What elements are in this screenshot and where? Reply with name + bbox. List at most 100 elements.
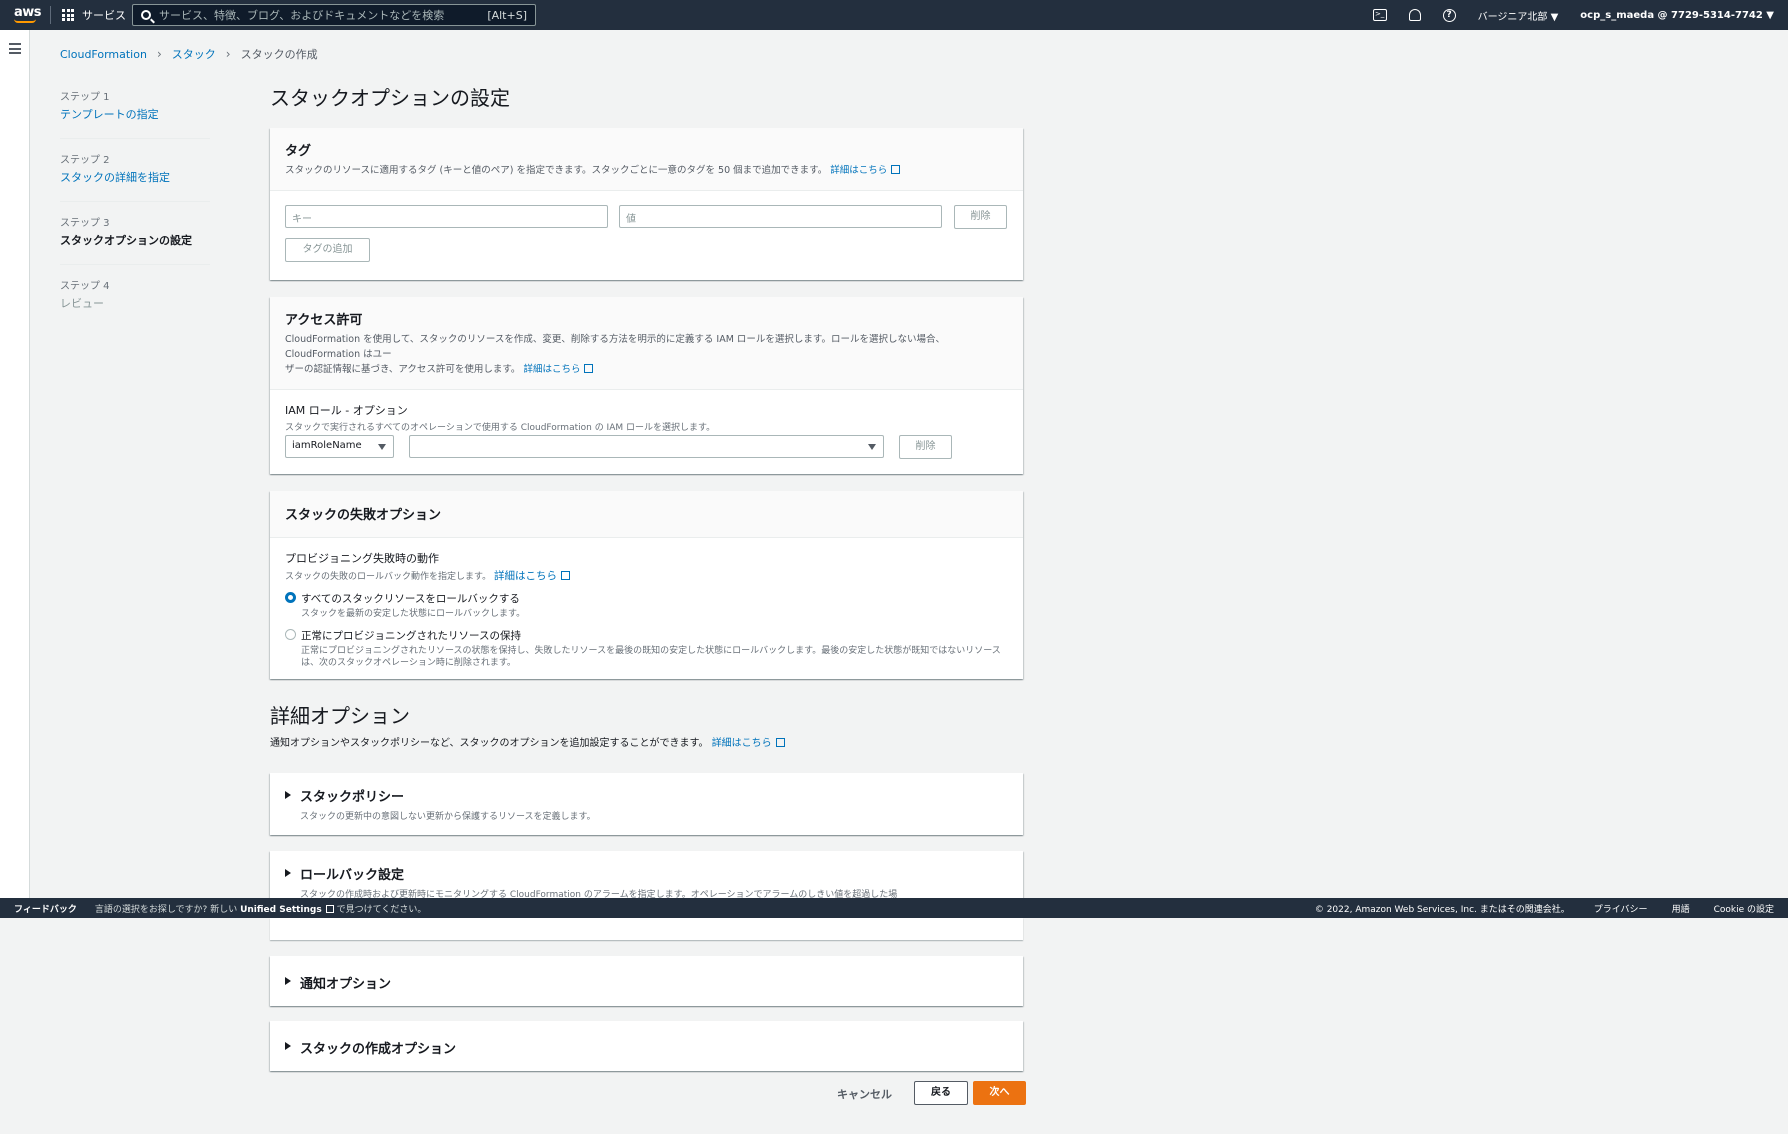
permissions-header: アクセス許可 CloudFormation を使用して、スタックのリソースを作成…	[270, 297, 1023, 390]
advanced-options-description: 通知オプションやスタックポリシーなど、スタックのオプションを追加設定することがで…	[270, 734, 785, 749]
grid-icon	[62, 9, 74, 21]
step-label-link[interactable]: スタックの詳細を指定	[60, 169, 210, 185]
step-1: ステップ 1 テンプレートの指定	[60, 88, 210, 139]
step-label-link[interactable]: テンプレートの指定	[60, 106, 210, 122]
expander-title: スタックの作成オプション	[300, 1042, 457, 1057]
radio-unselected[interactable]	[285, 629, 296, 640]
iam-role-type-select[interactable]: iamRoleName	[285, 435, 394, 458]
failure-options-title: スタックの失敗オプション	[285, 508, 442, 523]
step-4: ステップ 4 レビュー	[60, 277, 210, 327]
cancel-button[interactable]: キャンセル	[837, 1086, 892, 1102]
services-menu-button[interactable]: サービス	[62, 7, 126, 23]
region-selector[interactable]: バージニア北部 ▼	[1478, 8, 1559, 23]
breadcrumb: CloudFormation › スタック › スタックの作成	[60, 46, 318, 62]
cloudshell-icon[interactable]: >_	[1372, 9, 1387, 21]
external-link-icon	[560, 571, 570, 580]
breadcrumb-current: スタックの作成	[240, 48, 318, 61]
iam-role-remove-button[interactable]: 削除	[899, 435, 952, 459]
search-input[interactable]: サービス、特徴、ブログ、およびドキュメントなどを検索 [Alt+S]	[132, 4, 536, 26]
nav-divider	[50, 6, 51, 24]
step-3: ステップ 3 スタックオプションの設定	[60, 214, 210, 265]
tags-title: タグ	[285, 144, 312, 159]
help-icon[interactable]: ?	[1442, 8, 1456, 22]
copyright-text: © 2022, Amazon Web Services, Inc. またはその関…	[1314, 905, 1570, 915]
expander-title: ロールバック設定	[300, 868, 405, 883]
permissions-learn-more-link[interactable]: 詳細はこちら	[523, 364, 594, 375]
caret-right-icon	[285, 869, 291, 877]
stack-creation-options-expander[interactable]: スタックの作成オプション	[270, 1021, 1023, 1071]
tags-learn-more-link[interactable]: 詳細はこちら	[830, 165, 901, 176]
aws-logo[interactable]: aws	[14, 5, 42, 20]
search-placeholder: サービス、特徴、ブログ、およびドキュメントなどを検索	[159, 9, 445, 22]
privacy-link[interactable]: プライバシー	[1594, 902, 1648, 915]
tags-header: タグ スタックのリソースに適用するタグ (キーと値のペア) を指定できます。スタ…	[270, 128, 1023, 191]
search-icon	[141, 10, 151, 20]
caret-right-icon	[285, 977, 291, 985]
cookie-settings-link[interactable]: Cookie の設定	[1714, 902, 1774, 915]
notification-options-expander[interactable]: 通知オプション	[270, 956, 1023, 1006]
console-footer: フィードバック 言語の選択をお探しですか? 新しい Unified Settin…	[0, 898, 1788, 918]
step-label-current: スタックオプションの設定	[60, 234, 192, 247]
radio-label: すべてのスタックリソースをロールバックする	[301, 593, 520, 605]
expander-title: スタックポリシー	[300, 790, 405, 805]
tags-description: スタックのリソースに適用するタグ (キーと値のペア) を指定できます。スタックご…	[285, 163, 1008, 178]
chevron-right-icon: ›	[225, 47, 231, 61]
radio-description: 正常にプロビジョニングされたリソースの状態を保持し、失敗したリソースを最後の既知…	[301, 646, 1001, 668]
breadcrumb-cloudformation[interactable]: CloudFormation	[60, 48, 147, 61]
rollback-config-expander-bottom	[270, 918, 1023, 940]
permissions-title: アクセス許可	[285, 313, 363, 328]
aws-logo-smile	[14, 19, 36, 23]
preserve-resources-option[interactable]: 正常にプロビジョニングされたリソースの保持 正常にプロビジョニングされたリソース…	[285, 628, 1008, 669]
caret-down-icon	[378, 444, 386, 450]
permissions-panel: アクセス許可 CloudFormation を使用して、スタックのリソースを作成…	[270, 297, 1023, 474]
page-title: スタックオプションの設定	[270, 86, 510, 110]
step-label-disabled: レビュー	[60, 297, 104, 310]
external-link-icon	[775, 738, 785, 747]
account-menu[interactable]: ocp_s_maeda @ 7729-5314-7742 ▼	[1580, 10, 1774, 21]
caret-right-icon	[285, 791, 291, 799]
rollback-all-option[interactable]: すべてのスタックリソースをロールバックする スタックを最新の安定した状態にロール…	[285, 591, 1008, 620]
external-link-icon	[584, 364, 594, 373]
step-2: ステップ 2 スタックの詳細を指定	[60, 151, 210, 202]
tags-panel: タグ スタックのリソースに適用するタグ (キーと値のペア) を指定できます。スタ…	[270, 128, 1023, 280]
tag-remove-button[interactable]: 削除	[954, 205, 1007, 229]
next-button[interactable]: 次へ	[973, 1081, 1026, 1105]
add-tag-button[interactable]: タグの追加	[285, 238, 370, 262]
stack-policy-expander[interactable]: スタックポリシー スタックの更新中の意図しない更新から保護するリソースを定義しま…	[270, 773, 1023, 835]
external-link-icon	[891, 165, 901, 174]
wizard-actions: キャンセル 戻る 次へ	[820, 1081, 1026, 1107]
wizard-steps: ステップ 1 テンプレートの指定 ステップ 2 スタックの詳細を指定 ステップ …	[60, 88, 210, 339]
tag-key-input[interactable]: キー	[285, 205, 608, 228]
step-number: ステップ 4	[60, 281, 110, 292]
side-rail	[0, 30, 30, 898]
chevron-right-icon: ›	[156, 47, 162, 61]
menu-icon[interactable]	[9, 43, 21, 57]
footer-message: 言語の選択をお探しですか? 新しい Unified Settings で見つけて…	[94, 904, 427, 915]
step-number: ステップ 1	[60, 92, 110, 103]
back-button[interactable]: 戻る	[914, 1081, 968, 1105]
failure-behavior-label: プロビジョニング失敗時の動作	[285, 552, 439, 565]
radio-selected[interactable]	[285, 592, 296, 603]
terms-link[interactable]: 用語	[1672, 902, 1690, 915]
radio-description: スタックを最新の安定した状態にロールバックします。	[301, 609, 526, 619]
advanced-learn-more-link[interactable]: 詳細はこちら	[712, 738, 785, 749]
iam-role-label: IAM ロール - オプション	[285, 404, 408, 417]
failure-learn-more-link[interactable]: 詳細はこちら	[494, 570, 570, 582]
bell-icon[interactable]	[1408, 9, 1421, 21]
failure-options-header: スタックの失敗オプション	[270, 491, 1023, 538]
unified-settings-link[interactable]: Unified Settings	[240, 905, 322, 915]
breadcrumb-stacks[interactable]: スタック	[172, 46, 216, 62]
iam-role-name-select[interactable]	[409, 435, 884, 458]
caret-down-icon	[868, 444, 876, 450]
failure-behavior-description: スタックの失敗のロールバック動作を指定します。 詳細はこちら	[285, 568, 1008, 583]
top-navigation: aws サービス サービス、特徴、ブログ、およびドキュメントなどを検索 [Alt…	[0, 0, 1788, 30]
step-number: ステップ 3	[60, 218, 110, 229]
feedback-link[interactable]: フィードバック	[14, 902, 77, 915]
search-shortcut: [Alt+S]	[487, 8, 527, 22]
expander-description: スタックの更新中の意図しない更新から保護するリソースを定義します。	[300, 812, 596, 822]
expander-title: 通知オプション	[300, 977, 392, 992]
permissions-description: CloudFormation を使用して、スタックのリソースを作成、変更、削除す…	[285, 334, 945, 375]
external-link-icon	[325, 904, 334, 913]
radio-label: 正常にプロビジョニングされたリソースの保持	[301, 630, 521, 642]
tag-value-input[interactable]: 値	[619, 205, 942, 228]
